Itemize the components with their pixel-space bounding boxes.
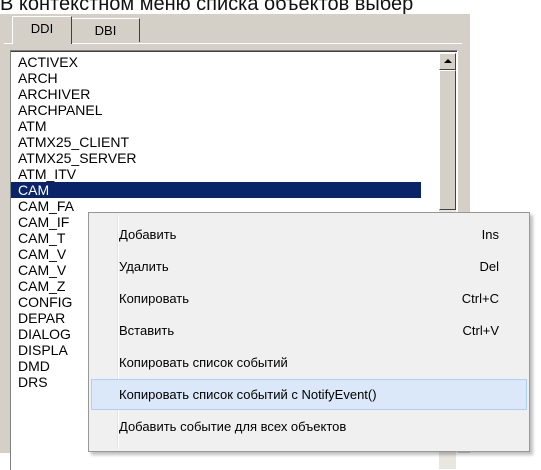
menu-item-shortcut: Ins	[481, 227, 499, 242]
context-menu-item[interactable]: Копировать список событий	[91, 347, 527, 378]
scroll-up-arrow-icon	[444, 59, 452, 63]
list-item[interactable]: CAM	[11, 182, 421, 198]
list-item[interactable]: ATM	[11, 118, 421, 134]
context-menu: Добавить Ins Удалить Del Копировать Ctrl+C Вст…	[88, 212, 530, 452]
menu-item-label: Добавить событие для всех объектов	[119, 419, 347, 434]
menu-item-label: Добавить	[119, 227, 177, 242]
menu-item-shortcut: Ctrl+V	[462, 323, 499, 338]
menu-item-label: Удалить	[119, 259, 169, 274]
context-menu-item[interactable]: Копировать Ctrl+C	[91, 283, 527, 314]
tab-ddi[interactable]: DDI	[12, 16, 72, 44]
tab-divider	[4, 43, 462, 44]
menu-item-label: Копировать список событий с NotifyEvent(…	[119, 387, 377, 402]
list-item[interactable]: ACTIVEX	[11, 54, 421, 70]
scroll-up-button[interactable]	[439, 53, 456, 70]
menu-item-shortcut: Del	[479, 259, 499, 274]
list-item[interactable]: ARCHIVER	[11, 86, 421, 102]
context-menu-item[interactable]: Добавить Ins	[91, 219, 527, 250]
scroll-thumb[interactable]	[439, 70, 456, 210]
menu-item-shortcut: Ctrl+C	[461, 291, 499, 306]
list-item[interactable]: ATMX25_SERVER	[11, 150, 421, 166]
context-menu-item[interactable]: Вставить Ctrl+V	[91, 315, 527, 346]
menu-item-label: Копировать	[119, 291, 189, 306]
context-menu-item[interactable]: Добавить событие для всех объектов	[91, 411, 527, 442]
list-item[interactable]: ATM_ITV	[11, 166, 421, 182]
menu-item-label: Копировать список событий	[119, 355, 288, 370]
list-item[interactable]: ATMX25_CLIENT	[11, 134, 421, 150]
context-menu-item[interactable]: Удалить Del	[91, 251, 527, 282]
menu-item-label: Вставить	[119, 323, 175, 338]
context-menu-item[interactable]: Копировать список событий с NotifyEvent(…	[91, 379, 527, 410]
list-item[interactable]: ARCHPANEL	[11, 102, 421, 118]
list-item[interactable]: ARCH	[11, 70, 421, 86]
tab-dbi[interactable]: DBI	[72, 18, 140, 42]
